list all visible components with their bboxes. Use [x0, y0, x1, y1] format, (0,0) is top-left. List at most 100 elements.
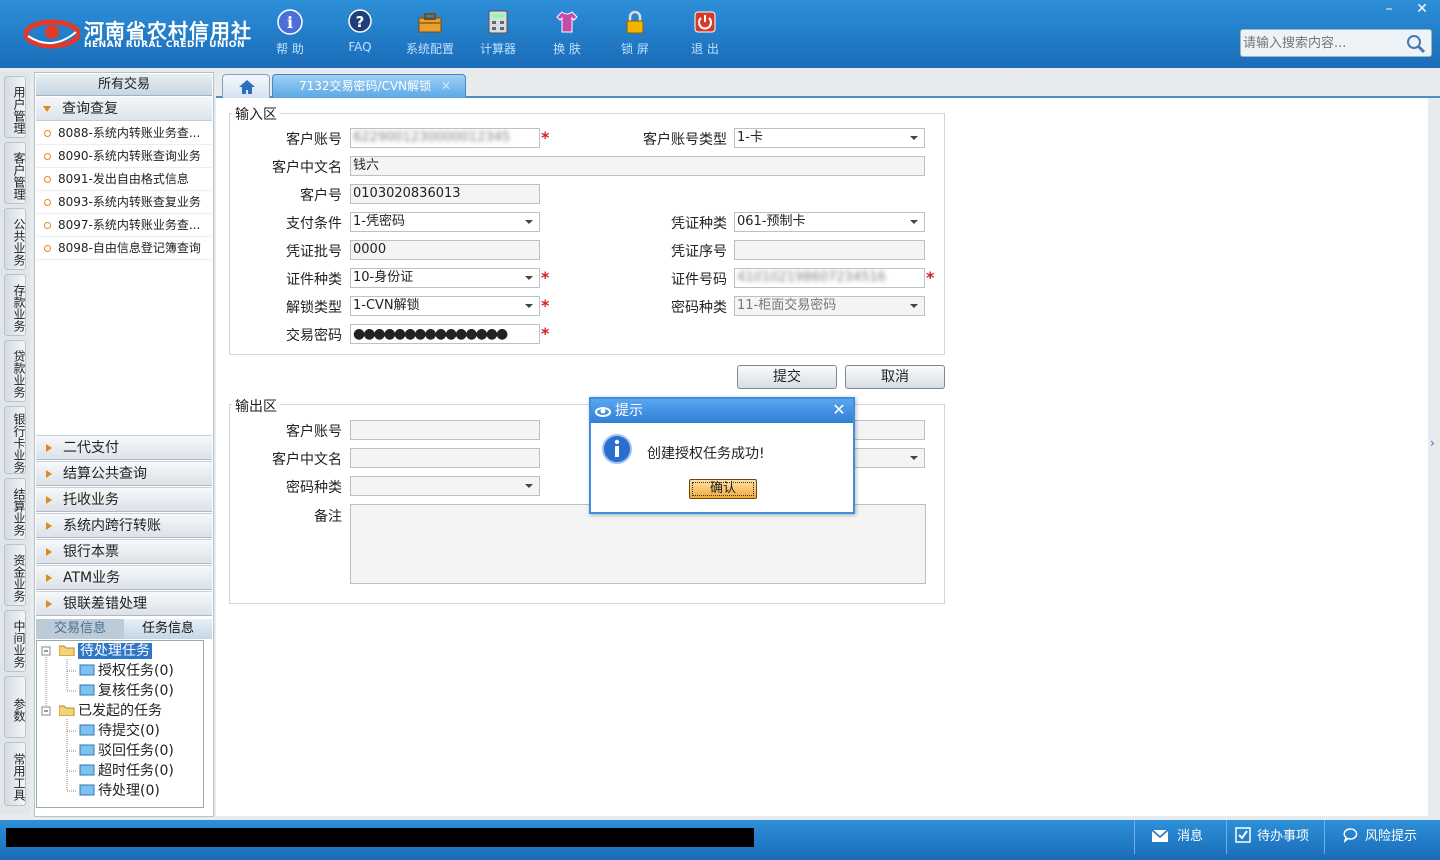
- unlock-type-value: 1-CVN解锁: [353, 298, 420, 313]
- password-type-select[interactable]: 11-柜面交易密码: [734, 296, 925, 316]
- submit-button[interactable]: 提交: [737, 365, 837, 389]
- exit-button[interactable]: 退 出: [677, 8, 733, 62]
- account-type-select[interactable]: 1-卡: [734, 128, 925, 148]
- calculator-button[interactable]: 计算器: [470, 8, 526, 62]
- group-interbank-transfer[interactable]: 系统内跨行转账: [36, 513, 212, 538]
- lock-screen-label: 锁 屏: [621, 42, 649, 56]
- tree-node-pending[interactable]: 待处理任务: [59, 642, 152, 661]
- dropdown-arrow-icon: [910, 304, 918, 308]
- voucher-batch-input[interactable]: 0000: [350, 240, 540, 260]
- home-icon: [239, 80, 255, 94]
- tree-node-rejected[interactable]: 驳回任务(0): [79, 742, 174, 761]
- help-button[interactable]: i 帮 助: [262, 8, 318, 62]
- voucher-type-select[interactable]: 061-预制卡: [734, 212, 925, 232]
- minimize-button[interactable]: –: [1378, 0, 1400, 18]
- transaction-item[interactable]: 8097-系统内转账业务查...: [36, 214, 212, 237]
- vnav-settlement-business[interactable]: 结算业务: [4, 478, 26, 540]
- group-unionpay-error[interactable]: 银联差错处理: [36, 591, 212, 616]
- collapsed-arrow-icon: [46, 496, 52, 504]
- vnav-intermediary-business[interactable]: 中间业务: [4, 610, 26, 672]
- tree-node-timeout[interactable]: 超时任务(0): [79, 762, 174, 781]
- cn-name-input[interactable]: 钱六: [350, 156, 925, 176]
- unlock-type-select[interactable]: 1-CVN解锁: [350, 296, 540, 316]
- close-window-button[interactable]: ✕: [1411, 0, 1433, 18]
- required-mark: *: [926, 268, 935, 287]
- folder-icon: [79, 684, 95, 696]
- remark-textarea[interactable]: [350, 504, 926, 584]
- sidebar-bottom-tabs: 交易信息 任务信息: [36, 619, 212, 639]
- dialog-close-button[interactable]: ✕: [829, 400, 849, 420]
- out-account-input[interactable]: [350, 420, 540, 440]
- checkbox-icon: [1235, 827, 1251, 843]
- id-no-input[interactable]: 410102198607234516: [734, 268, 925, 288]
- transaction-item[interactable]: 8090-系统内转账查询业务: [36, 145, 212, 168]
- risk-alert-button[interactable]: 风险提示: [1324, 820, 1440, 854]
- group-cashier-check[interactable]: 银行本票: [36, 539, 212, 564]
- vnav-customer-mgmt[interactable]: 客户管理: [4, 142, 26, 204]
- change-skin-button[interactable]: 换 肤: [539, 8, 595, 62]
- tree-node-to-submit[interactable]: 待提交(0): [79, 722, 160, 741]
- trans-password-input[interactable]: ●●●●●●●●●●●●●●●: [350, 324, 540, 344]
- required-mark: *: [541, 128, 550, 147]
- cancel-button[interactable]: 取消: [845, 365, 945, 389]
- lock-icon: [626, 10, 644, 34]
- tab-task-info[interactable]: 任务信息: [124, 619, 212, 639]
- tab-home[interactable]: [222, 74, 270, 98]
- vnav-public-business[interactable]: 公共业务: [4, 208, 26, 270]
- group-settlement-query[interactable]: 结算公共查询: [36, 461, 212, 486]
- group-label: 银行本票: [63, 544, 119, 560]
- lock-screen-button[interactable]: 锁 屏: [607, 8, 663, 62]
- tree-node-label: 待提交(0): [98, 723, 160, 739]
- svg-text:?: ?: [356, 13, 365, 31]
- transaction-item[interactable]: 8091-发出自由格式信息: [36, 168, 212, 191]
- vnav-fund-business[interactable]: 资金业务: [4, 544, 26, 606]
- dropdown-arrow-icon: [525, 304, 533, 308]
- tree-node-authorize[interactable]: 授权任务(0): [79, 662, 174, 681]
- search-icon[interactable]: [1405, 33, 1427, 55]
- vnav-common-tools[interactable]: 常用工具: [4, 742, 26, 806]
- bullet-icon: [44, 153, 51, 160]
- group-atm[interactable]: ATM业务: [36, 565, 212, 590]
- tab-transaction-info[interactable]: 交易信息: [36, 619, 124, 639]
- transaction-item[interactable]: 8098-自由信息登记簿查询: [36, 237, 212, 260]
- group-query-reply[interactable]: 查询查复: [36, 97, 212, 121]
- vnav-user-mgmt[interactable]: 用户管理: [4, 76, 26, 138]
- group-cnaps2[interactable]: 二代支付: [36, 435, 212, 460]
- account-input[interactable]: 6229001230000012345: [350, 128, 540, 148]
- vnav-loan-business[interactable]: 贷款业务: [4, 340, 26, 402]
- id-type-value: 10-身份证: [353, 270, 414, 285]
- messages-button[interactable]: 消息: [1134, 820, 1226, 854]
- required-mark: *: [541, 324, 550, 343]
- confirm-button[interactable]: 确认: [689, 479, 757, 499]
- search-input[interactable]: [1243, 32, 1403, 54]
- faq-button[interactable]: ? FAQ: [332, 8, 388, 62]
- folder-open-icon: [59, 705, 75, 716]
- pay-condition-select[interactable]: 1-凭密码: [350, 212, 540, 232]
- out-cn-name-input[interactable]: [350, 448, 540, 468]
- dialog-title-bar: 提示 ✕: [591, 399, 853, 423]
- vnav-parameters[interactable]: 参数: [4, 676, 26, 738]
- group-collection[interactable]: 托收业务: [36, 487, 212, 512]
- tree-node-review[interactable]: 复核任务(0): [79, 682, 174, 701]
- vnav-deposit-business[interactable]: 存款业务: [4, 274, 26, 336]
- transaction-item[interactable]: 8093-系统内转账查复业务: [36, 191, 212, 214]
- vnav-bankcard-business[interactable]: 银行卡业务: [4, 406, 26, 474]
- collapsed-arrow-icon: [46, 444, 52, 452]
- tree-node-initiated[interactable]: 已发起的任务: [59, 702, 162, 721]
- brand-name-en: HENAN RURAL CREDIT UNION: [84, 40, 245, 50]
- expand-handle-icon[interactable]: ›: [1430, 420, 1440, 466]
- tab-7132-unlock[interactable]: 7132交易密码/CVN解锁 ✕: [272, 74, 466, 98]
- expanded-arrow-icon: [43, 106, 51, 112]
- voucher-seq-input[interactable]: [734, 240, 925, 260]
- system-config-button[interactable]: 系统配置: [402, 8, 458, 62]
- tab-close-icon[interactable]: ✕: [441, 75, 451, 97]
- tree-node-to-process[interactable]: 待处理(0): [79, 782, 160, 801]
- todo-label: 待办事项: [1257, 829, 1310, 844]
- transaction-item[interactable]: 8088-系统内转账业务查...: [36, 122, 212, 145]
- out-password-type-select[interactable]: [350, 476, 540, 496]
- todo-button[interactable]: 待办事项: [1226, 820, 1324, 854]
- account-type-label: 客户账号类型: [643, 132, 727, 148]
- dropdown-arrow-icon: [525, 276, 533, 280]
- customer-no-input[interactable]: 0103020836013: [350, 184, 540, 204]
- id-type-select[interactable]: 10-身份证: [350, 268, 540, 288]
